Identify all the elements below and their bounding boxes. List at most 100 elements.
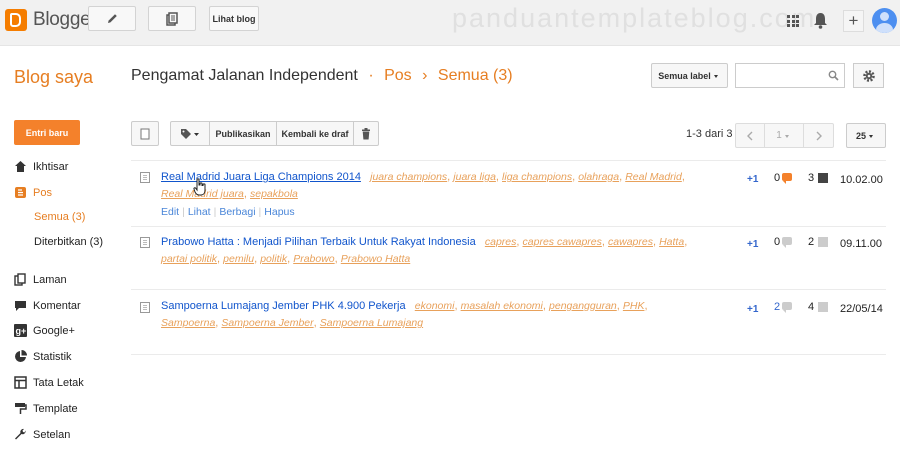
list-bottom-divider [131, 354, 886, 355]
post-label[interactable]: masalah ekonomi [461, 300, 543, 312]
edit-link[interactable]: Edit [161, 206, 179, 218]
per-page-select[interactable]: 25 [846, 123, 886, 148]
row-checkbox[interactable] [140, 302, 150, 313]
sidebar-item-settings[interactable]: Setelan [14, 428, 70, 441]
result-count: 1-3 dari 3 [686, 128, 733, 140]
avatar[interactable] [872, 8, 897, 33]
sidebar-item-stats[interactable]: Statistik [14, 350, 72, 363]
row-divider [131, 226, 886, 227]
post-label[interactable]: capres cawapres [523, 236, 602, 248]
post-label[interactable]: Sampoerna Lumajang [320, 317, 423, 329]
sidebar-item-posts[interactable]: Pos [14, 186, 52, 199]
sidebar-item-label: Statistik [33, 350, 72, 363]
post-label[interactable]: partai politik [161, 253, 217, 265]
posts-list-button[interactable] [148, 6, 196, 31]
post-label[interactable]: juara liga [453, 171, 496, 183]
sidebar-item-overview[interactable]: Ikhtisar [14, 160, 68, 173]
next-page-button[interactable] [803, 123, 834, 148]
post-title[interactable]: Real Madrid Juara Liga Champions 2014 [161, 171, 361, 183]
new-post-button[interactable]: Entri baru [14, 120, 80, 145]
post-label[interactable]: sepakbola [250, 188, 298, 200]
caret-down-icon [713, 74, 718, 78]
blogger-logo[interactable]: Blogger [5, 9, 97, 31]
delete-link[interactable]: Hapus [264, 206, 294, 218]
gear-icon [862, 69, 875, 82]
delete-button[interactable] [353, 121, 379, 146]
row-checkbox[interactable] [140, 172, 150, 183]
pages-icon [14, 273, 26, 286]
post-label[interactable]: PHK [623, 300, 645, 312]
post-label[interactable]: olahraga [578, 171, 619, 183]
comment-count[interactable]: 0 [774, 172, 780, 184]
select-all-checkbox[interactable] [131, 121, 159, 146]
sidebar-item-label: Google+ [33, 324, 75, 337]
breadcrumb-dot: · [368, 67, 374, 84]
label-filter-dropdown[interactable]: Semua label [651, 63, 728, 88]
post-label[interactable]: cawapres [608, 236, 653, 248]
settings-gear-button[interactable] [853, 63, 884, 88]
bell-icon[interactable] [813, 12, 828, 29]
post-label[interactable]: politik [260, 253, 287, 265]
new-post-pencil-button[interactable] [88, 6, 136, 31]
post-label[interactable]: pemilu [223, 253, 254, 265]
sidebar-item-pages[interactable]: Laman [14, 273, 67, 286]
sidebar-subitem-all[interactable]: Semua (3) [34, 211, 85, 223]
label-menu-button[interactable] [170, 121, 210, 146]
caret-down-icon [193, 132, 199, 136]
post-label[interactable]: ekonomi [415, 300, 455, 312]
sidebar-item-google-plus[interactable]: g+ Google+ [14, 324, 75, 337]
view-blog-button[interactable]: Lihat blog [209, 6, 259, 31]
sidebar-item-comments[interactable]: Komentar [14, 299, 81, 312]
plusone-count[interactable]: +1 [747, 174, 758, 185]
my-blogs-link[interactable]: Blog saya [14, 67, 93, 88]
post-label[interactable]: Sampoerna [161, 317, 215, 329]
share-link[interactable]: Berbagi [219, 206, 255, 218]
post-label[interactable]: pengangguran [549, 300, 617, 312]
post-label[interactable]: Prabowo Hatta [341, 253, 410, 265]
sidebar-item-label: Laman [33, 273, 67, 286]
hand-pointer-icon [193, 178, 206, 196]
caret-down-icon [869, 134, 873, 138]
post-label[interactable]: juara champions [370, 171, 447, 183]
breadcrumb-posts[interactable]: Pos [384, 67, 412, 84]
google-plus-icon: g+ [14, 324, 27, 337]
page-select[interactable]: 1 [764, 123, 804, 148]
sidebar-item-template[interactable]: Template [14, 402, 78, 415]
post-label[interactable]: Prabowo [293, 253, 334, 265]
search-input[interactable] [735, 63, 845, 88]
sidebar-item-label: Tata Letak [33, 376, 84, 389]
comment-count[interactable]: 0 [774, 236, 780, 248]
post-label[interactable]: Hatta [659, 236, 684, 248]
sidebar-subitem-published[interactable]: Diterbitkan (3) [34, 236, 103, 248]
add-plus-icon[interactable]: + [843, 10, 864, 32]
post-title[interactable]: Prabowo Hatta : Menjadi Pilihan Terbaik … [161, 236, 476, 248]
view-link[interactable]: Lihat [188, 206, 211, 218]
label-filter-value: Semua label [658, 70, 711, 81]
revert-to-draft-button[interactable]: Kembali ke draf [276, 121, 354, 146]
apps-grid-icon[interactable] [787, 15, 799, 27]
view-count: 2 [808, 236, 815, 248]
post-label[interactable]: capres [485, 236, 517, 248]
post-label[interactable]: Sampoerna Jember [221, 317, 313, 329]
comment-count[interactable]: 2 [774, 301, 780, 313]
post-row-1: Real Madrid Juara Liga Champions 2014 ju… [161, 171, 685, 200]
post-date: 09.11.00 [840, 238, 883, 250]
post-label[interactable]: liga champions [502, 171, 572, 183]
trash-icon [362, 127, 370, 139]
pencil-icon [107, 14, 117, 23]
previous-page-button[interactable] [735, 123, 765, 148]
top-bar: Blogger Lihat blog panduantemplateblog.c… [0, 0, 900, 46]
plusone-count[interactable]: +1 [747, 304, 758, 315]
breadcrumb: Pengamat Jalanan Independent · Pos › Sem… [131, 67, 513, 85]
per-page-value: 25 [855, 130, 866, 141]
row-checkbox[interactable] [140, 237, 150, 248]
sidebar-item-layout[interactable]: Tata Letak [14, 376, 84, 389]
publish-button[interactable]: Publikasikan [209, 121, 277, 146]
post-label[interactable]: Real Madrid [625, 171, 682, 183]
comment-bubble-icon [782, 237, 792, 248]
plusone-count[interactable]: +1 [747, 239, 758, 250]
sidebar-item-label: Pos [33, 186, 52, 199]
post-title[interactable]: Sampoerna Lumajang Jember PHK 4.900 Peke… [161, 300, 406, 312]
post-date: 10.02.00 [840, 174, 883, 186]
views-icon [818, 302, 828, 312]
